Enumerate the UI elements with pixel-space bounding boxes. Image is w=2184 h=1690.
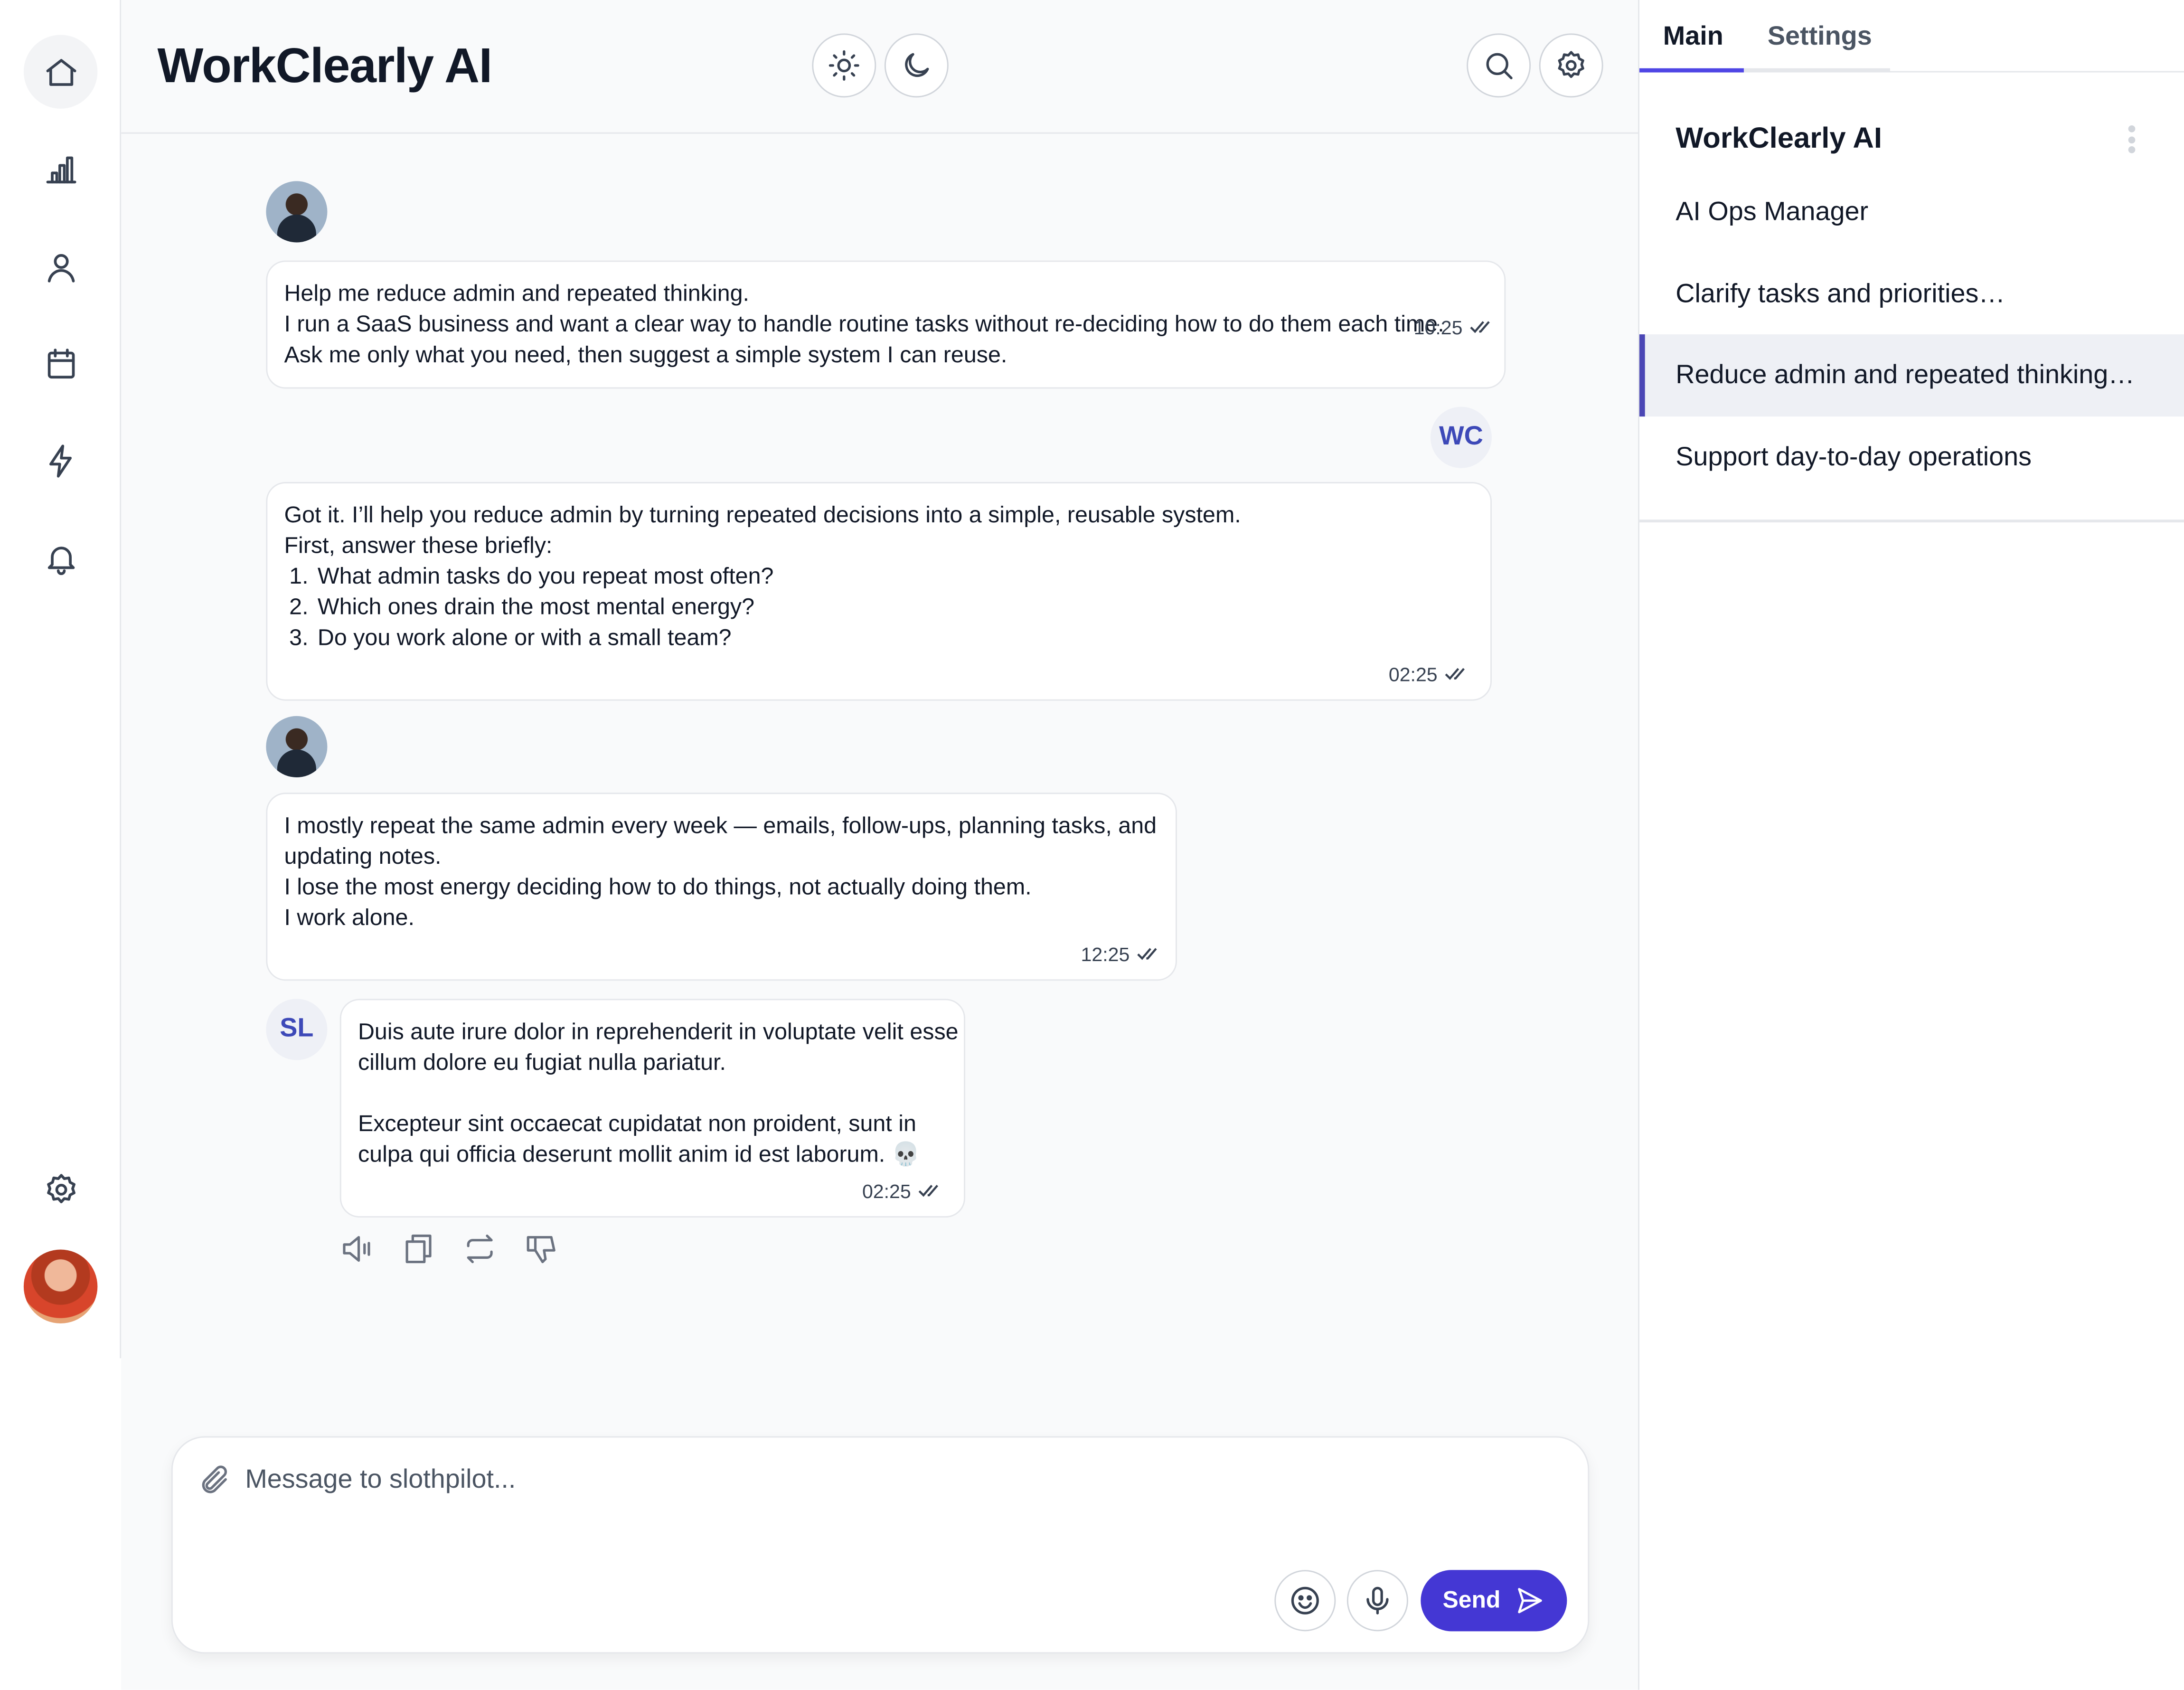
assistant-message: Got it. I’ll help you reduce admin by tu… [266,482,1492,701]
user-avatar[interactable] [23,1249,98,1323]
emoji-button[interactable] [1274,1570,1336,1632]
dislike-button[interactable] [524,1231,558,1266]
light-theme-button[interactable] [812,33,876,98]
regenerate-icon [467,1234,493,1264]
attach-button[interactable] [198,1464,231,1504]
home-nav-button[interactable] [23,35,98,109]
message-line: I run a SaaS business and want a clear w… [284,312,1444,337]
calendar-nav-button[interactable] [24,326,97,399]
list-item: What admin tasks do you repeat most ofte… [315,561,1474,592]
search-button[interactable] [1467,33,1531,98]
conversation-item[interactable]: AI Ops Manager [1639,171,2184,254]
message-time: 12:25 [1081,943,1130,966]
question-list: What admin tasks do you repeat most ofte… [315,561,1474,653]
copy-icon [405,1234,432,1264]
settings-nav-button[interactable] [24,1152,97,1226]
message-line: Ask me only what you need, then suggest … [284,342,1007,368]
thumbs-down-icon [527,1236,555,1264]
message-composer: Send [171,1436,1590,1654]
sun-icon [828,50,859,81]
notifications-nav-button[interactable] [24,521,97,595]
tab-main[interactable]: Main [1663,22,1723,53]
bell-icon [47,546,74,575]
microphone-icon [1366,1586,1389,1614]
conversation-item[interactable]: Support day-to-day operations [1639,416,2184,499]
user-message: Help me reduce admin and repeated thinki… [266,260,1506,389]
smiley-icon [1291,1586,1319,1614]
message-meta: 02:25 [1389,659,1467,690]
tab-settings[interactable]: Settings [1768,22,1872,53]
user-avatar-photo [266,181,328,243]
message-line: Duis aute irure dolor in reprehenderit i… [358,1020,959,1045]
top-bar: WorkClearly AI [121,0,1638,134]
message-actions [340,1231,559,1266]
settings-button[interactable] [1539,33,1603,98]
app-title: WorkClearly AI [157,39,493,94]
double-check-icon [918,1185,939,1197]
gear-icon [1558,51,1584,78]
conversation-item-active[interactable]: Reduce admin and repeated thinking… [1639,334,2184,417]
message-input[interactable] [245,1460,1220,1502]
left-nav-rail [0,0,122,1359]
message-line: I mostly repeat the same admin every wee… [284,813,1157,839]
message-line: Help me reduce admin and repeated thinki… [284,281,749,307]
message-meta: 12:25 [1081,939,1159,970]
double-check-icon [1137,948,1157,960]
conversation-item[interactable]: Clarify tasks and priorities… [1639,254,2184,336]
message-line: culpa qui officia deserunt mollit anim i… [358,1142,921,1168]
message-line: First, answer these briefly: [284,533,553,559]
message-line: Excepteur sint occaecat cupidatat non pr… [358,1112,916,1137]
message-line: I work alone. [284,905,414,931]
more-options-button[interactable] [2128,125,2137,153]
read-aloud-button[interactable] [340,1231,375,1266]
calendar-icon [47,348,74,378]
settings-icon [46,1173,75,1203]
list-item: Do you work alone or with a small team? [315,623,1474,653]
analytics-nav-button[interactable] [24,132,97,206]
panel-title: WorkClearly AI [1676,123,1883,155]
message-time: 10:25 [1413,316,1463,339]
message-line: updating notes. [284,844,442,869]
panel-tabs: Main Settings [1639,0,2184,73]
active-tab-indicator [1639,68,1744,73]
speaker-icon [343,1236,370,1262]
home-icon [46,58,76,85]
automation-nav-button[interactable] [24,424,97,497]
user-icon [47,253,74,282]
message-line: I lose the most energy deciding how to d… [284,875,1032,900]
assistant-initials-avatar: WC [1430,406,1492,468]
lightning-icon [48,444,71,477]
message-meta: 02:25 [862,1176,940,1207]
tab-divider [1743,68,1890,73]
profile-nav-button[interactable] [24,230,97,303]
send-label: Send [1442,1586,1501,1614]
dark-theme-button[interactable] [884,33,949,98]
double-check-icon [1445,668,1465,680]
search-icon [1486,53,1513,79]
message-time: 02:25 [862,1180,911,1202]
user-message: I mostly repeat the same admin every wee… [266,793,1177,981]
message-line [358,1078,947,1109]
bar-chart-icon [46,156,76,183]
right-panel: Main Settings WorkClearly AI AI Ops Mana… [1638,0,2184,1690]
chat-main: WorkClearly AI Help me reduce admin and … [121,0,1638,1690]
send-button[interactable]: Send [1421,1570,1567,1632]
voice-input-button[interactable] [1346,1570,1408,1632]
message-line: Got it. I’ll help you reduce admin by tu… [284,503,1241,528]
panel-divider [1639,519,2184,522]
send-icon [1518,1588,1543,1614]
moon-icon [905,53,929,77]
user-avatar-photo [266,716,328,777]
list-item: Which ones drain the most mental energy? [315,592,1474,623]
paperclip-icon [202,1465,227,1493]
assistant-message: Duis aute irure dolor in reprehenderit i… [339,999,966,1218]
message-meta: 10:25 [1414,312,1492,343]
assistant-initials-avatar: SL [266,999,328,1060]
copy-button[interactable] [401,1231,436,1266]
message-line: cillum dolore eu fugiat nulla pariatur. [358,1050,726,1076]
double-check-icon [1470,321,1490,333]
regenerate-button[interactable] [462,1231,497,1266]
message-time: 02:25 [1388,663,1438,686]
